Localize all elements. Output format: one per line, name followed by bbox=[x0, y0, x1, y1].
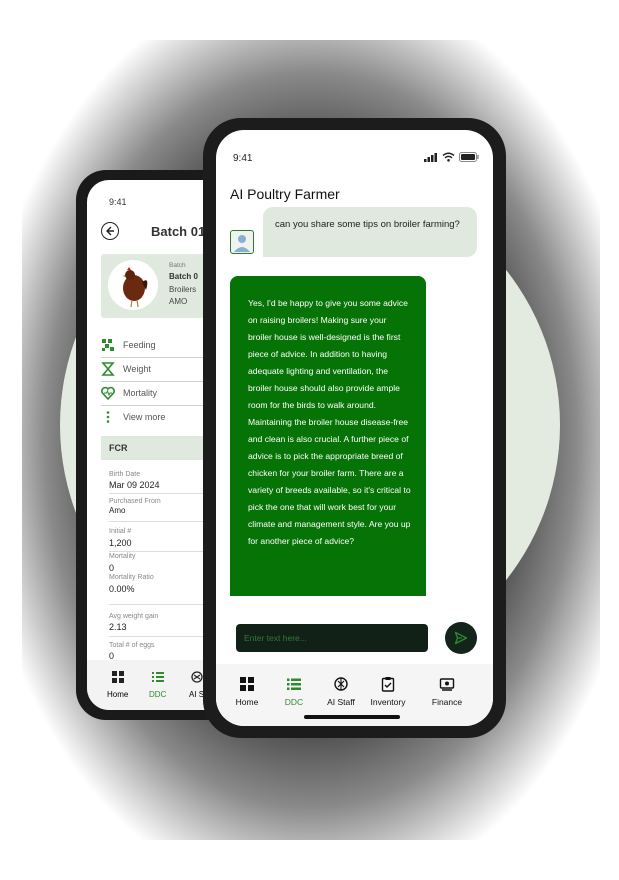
initial-value: 1,200 bbox=[109, 538, 132, 548]
page-title: Batch 01 bbox=[151, 224, 206, 239]
mortality-label: Mortality bbox=[109, 553, 136, 560]
mortality-ratio-value: 0.00% bbox=[109, 584, 135, 594]
send-button[interactable] bbox=[445, 622, 477, 654]
home-indicator bbox=[304, 715, 400, 719]
home-grid-icon bbox=[240, 677, 254, 691]
mortality-value: 0 bbox=[109, 563, 115, 573]
user-avatar-icon bbox=[230, 230, 254, 254]
chicken-image bbox=[108, 260, 158, 310]
finance-icon bbox=[439, 678, 455, 691]
birth-date-value: Mar 09 2024 bbox=[109, 480, 160, 490]
nav-label: Finance bbox=[431, 697, 463, 707]
batch-breed: Broilers bbox=[169, 285, 197, 294]
divider bbox=[109, 521, 207, 522]
batch-label: Batch bbox=[169, 262, 186, 269]
nav-finance[interactable]: Finance bbox=[422, 676, 472, 707]
avg-weight-gain-label: Avg weight gain bbox=[109, 613, 159, 620]
nav-label: AI S bbox=[189, 690, 205, 699]
wifi-icon bbox=[442, 152, 455, 162]
nav-label: Inventory bbox=[370, 697, 406, 707]
user-message-bubble: can you share some tips on broiler farmi… bbox=[263, 207, 477, 257]
nav-home[interactable]: Home bbox=[222, 676, 272, 707]
nav-label: DDC bbox=[284, 697, 304, 707]
list-icon bbox=[287, 678, 301, 690]
feeding-icon bbox=[102, 339, 114, 351]
divider bbox=[109, 551, 207, 552]
nav-inventory[interactable]: Inventory bbox=[363, 676, 413, 707]
mortality-icon bbox=[101, 386, 115, 400]
back-arrow-icon[interactable] bbox=[101, 222, 119, 240]
chat-screen: 9:41 AI Poultry Farmer can you share som… bbox=[216, 130, 493, 726]
signal-icon bbox=[424, 152, 437, 162]
list-icon bbox=[151, 672, 164, 682]
nav-label: Home bbox=[107, 690, 129, 699]
clipboard-icon bbox=[381, 677, 395, 692]
status-time: 9:41 bbox=[109, 197, 127, 207]
nav-label: Home bbox=[235, 697, 259, 707]
bot-message-bubble: Yes, I'd be happy to give you some advic… bbox=[230, 276, 426, 596]
batch-source: AMO bbox=[169, 297, 188, 306]
nav-ddc[interactable]: DDC bbox=[269, 676, 319, 707]
nav-ddc[interactable]: DDC bbox=[149, 670, 166, 699]
mortality-ratio-label: Mortality Ratio bbox=[109, 574, 154, 581]
divider bbox=[109, 604, 207, 605]
menu-label: View more bbox=[123, 412, 166, 422]
nav-label: DDC bbox=[149, 690, 167, 699]
ai-knot-icon bbox=[190, 671, 203, 683]
nav-ai-staff[interactable]: AI Staff bbox=[316, 676, 366, 707]
weight-icon bbox=[101, 362, 115, 376]
initial-label: Initial # bbox=[109, 528, 132, 535]
nav-ai-staff[interactable]: AI S bbox=[189, 670, 204, 699]
more-vertical-icon bbox=[106, 411, 110, 423]
status-icons bbox=[424, 152, 479, 162]
batch-name: Batch 0 bbox=[169, 272, 198, 281]
purchased-from-value: Amo bbox=[109, 506, 126, 515]
battery-icon bbox=[459, 152, 479, 162]
total-eggs-label: Total # of eggs bbox=[109, 642, 155, 649]
ai-knot-icon bbox=[334, 677, 348, 691]
page-title: AI Poultry Farmer bbox=[230, 186, 340, 202]
status-time: 9:41 bbox=[233, 153, 253, 164]
home-grid-icon bbox=[111, 671, 124, 683]
nav-home[interactable]: Home bbox=[107, 670, 128, 699]
send-icon bbox=[454, 631, 468, 645]
front-phone: 9:41 AI Poultry Farmer can you share som… bbox=[203, 118, 506, 738]
menu-label: Mortality bbox=[123, 388, 158, 398]
birth-date-label: Birth Date bbox=[109, 471, 141, 478]
message-input[interactable] bbox=[236, 624, 428, 652]
purchased-from-label: Purchased From bbox=[109, 498, 161, 505]
divider bbox=[109, 636, 207, 637]
nav-label: AI Staff bbox=[327, 697, 355, 707]
menu-label: Weight bbox=[123, 364, 151, 374]
avg-weight-gain-value: 2.13 bbox=[109, 622, 127, 632]
menu-label: Feeding bbox=[123, 340, 156, 350]
divider bbox=[109, 493, 207, 494]
